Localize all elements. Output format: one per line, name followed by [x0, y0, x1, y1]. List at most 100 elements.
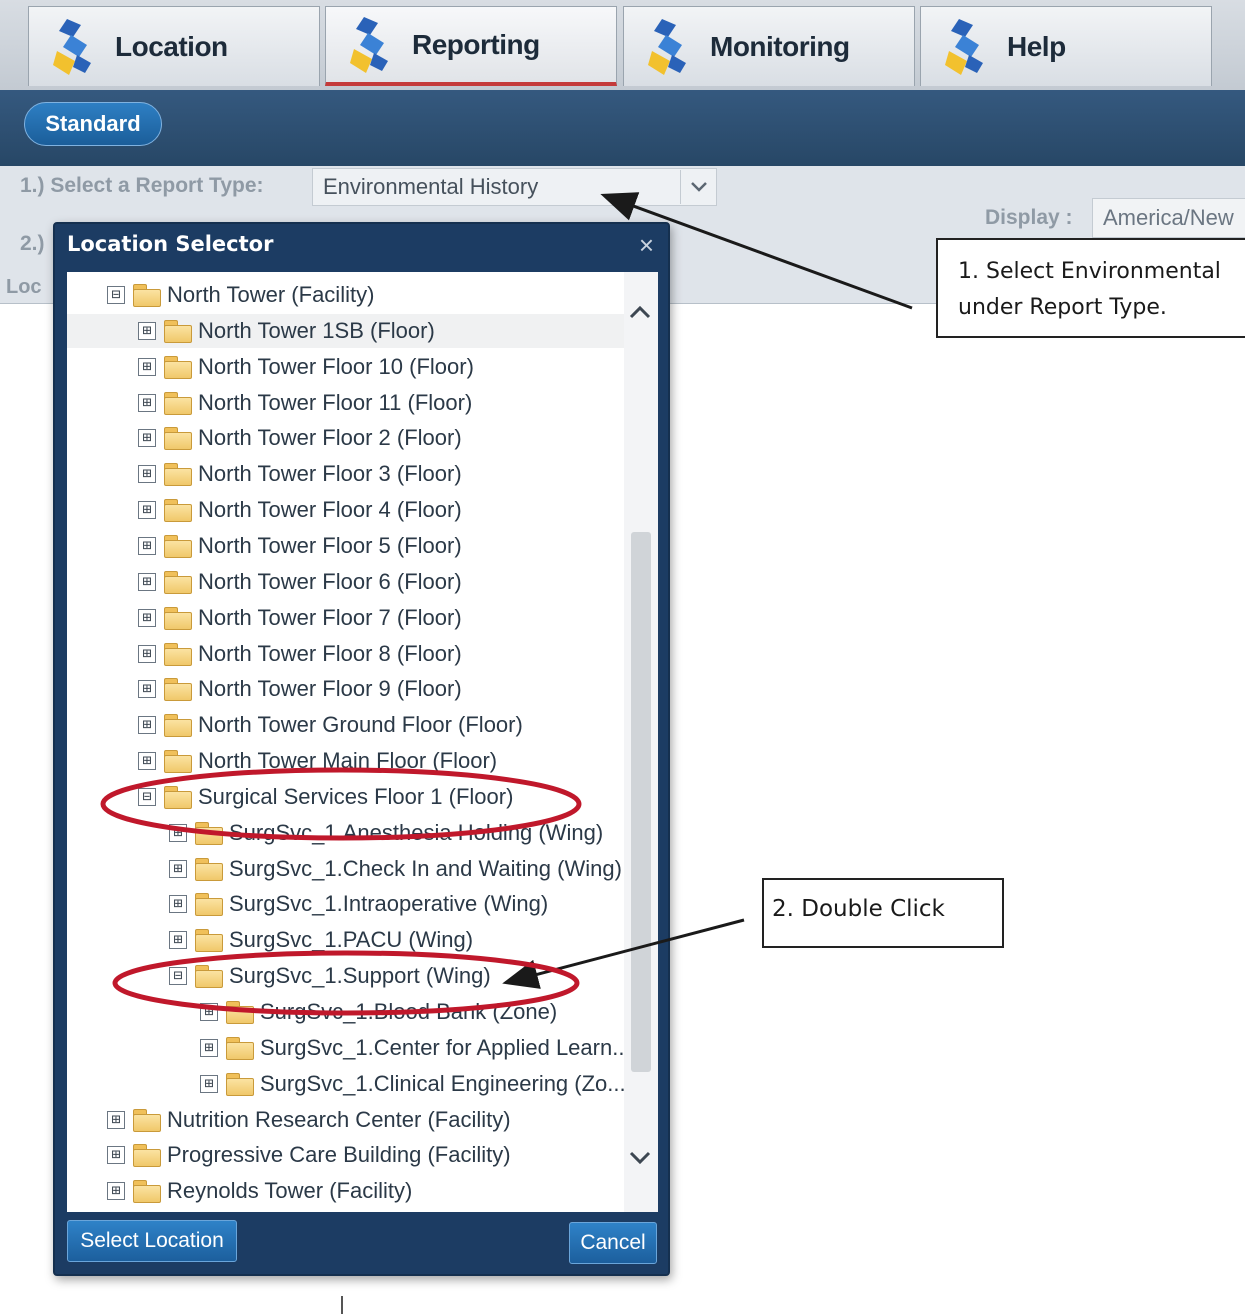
folder-icon — [164, 499, 192, 523]
folder-icon — [164, 534, 192, 558]
tree-node-label: North Tower (Facility) — [167, 282, 375, 307]
tree-node[interactable]: ⊟ Surgical Services Floor 1 (Floor) — [138, 780, 513, 814]
standard-button[interactable]: Standard — [24, 102, 162, 146]
expand-icon[interactable]: ⊞ — [138, 644, 156, 663]
expand-icon[interactable]: ⊞ — [138, 572, 156, 591]
expand-icon[interactable]: ⊞ — [138, 501, 156, 520]
tree-node[interactable]: ⊞ North Tower Floor 10 (Floor) — [138, 350, 474, 384]
expand-icon[interactable]: ⊞ — [107, 1146, 125, 1165]
tab-location[interactable]: Location — [28, 6, 320, 86]
step2-label: 2.) — [20, 232, 45, 255]
tree-node[interactable]: ⊞ North Tower Ground Floor (Floor) — [138, 708, 523, 742]
tree-node-label: Nutrition Research Center (Facility) — [167, 1106, 511, 1132]
callout-1-line-2: under Report Type. — [958, 295, 1167, 320]
tree-node[interactable]: ⊞ SurgSvc_1.Anesthesia Holding (Wing) — [169, 816, 603, 850]
folder-icon — [164, 319, 192, 343]
collapse-icon[interactable]: ⊟ — [107, 286, 125, 304]
expand-icon[interactable]: ⊞ — [138, 680, 156, 699]
tab-monitoring[interactable]: Monitoring — [623, 6, 915, 86]
folder-icon — [226, 1036, 254, 1060]
folder-icon — [195, 893, 223, 917]
tree-node[interactable]: ⊞ Nutrition Research Center (Facility) — [107, 1103, 511, 1137]
tree-node[interactable]: ⊞ Progressive Care Building (Facility) — [107, 1138, 511, 1172]
folder-icon — [195, 857, 223, 881]
app-logo-icon — [53, 18, 91, 75]
tree-node[interactable]: ⊞ North Tower Floor 7 (Floor) — [138, 601, 462, 635]
folder-icon — [195, 965, 223, 989]
select-location-button[interactable]: Select Location — [67, 1220, 237, 1262]
app-logo-icon — [648, 18, 686, 75]
dialog-title: Location Selector — [67, 232, 274, 256]
display-label: Display : — [985, 206, 1073, 229]
expand-icon[interactable]: ⊞ — [169, 895, 187, 914]
tree-node-label: North Tower 1SB (Floor) — [198, 317, 435, 343]
cancel-button[interactable]: Cancel — [569, 1222, 657, 1264]
tree-node[interactable]: ⊞ SurgSvc_1.Center for Applied Learn... — [200, 1031, 631, 1065]
tree-node[interactable]: ⊟ North Tower (Facility) — [107, 278, 374, 312]
expand-icon[interactable]: ⊞ — [138, 357, 156, 376]
expand-icon[interactable]: ⊞ — [138, 536, 156, 555]
tree-node[interactable]: ⊞ SurgSvc_1.Clinical Engineering (Zo... — [200, 1067, 626, 1101]
folder-icon — [195, 929, 223, 953]
expand-icon[interactable]: ⊞ — [169, 859, 187, 878]
tree-node[interactable]: ⊞ SurgSvc_1.PACU (Wing) — [169, 923, 473, 957]
tree-node[interactable]: ⊞ North Tower Floor 9 (Floor) — [138, 672, 462, 706]
instruction-callout-1: 1. Select Environmental under Report Typ… — [936, 238, 1245, 338]
tree-node[interactable]: ⊞ SurgSvc_1.Intraoperative (Wing) — [169, 887, 548, 921]
expand-icon[interactable]: ⊞ — [138, 393, 156, 412]
tree-node[interactable]: ⊞ Reynolds Tower (Facility) — [107, 1174, 412, 1208]
tree-node[interactable]: ⊞ North Tower Floor 5 (Floor) — [138, 529, 462, 563]
tab-help[interactable]: Help — [920, 6, 1212, 86]
collapse-icon[interactable]: ⊟ — [138, 787, 156, 806]
tree-node[interactable]: ⊞ North Tower Floor 6 (Floor) — [138, 565, 462, 599]
expand-icon[interactable]: ⊞ — [138, 465, 156, 484]
tab-monitoring-label: Monitoring — [710, 30, 850, 62]
tree-node-label: SurgSvc_1.Center for Applied Learn... — [260, 1034, 631, 1060]
tree-node[interactable]: ⊞ North Tower Floor 2 (Floor) — [138, 421, 462, 455]
sub-nav-bar: Standard — [0, 90, 1245, 166]
tree-node[interactable]: ⊞ North Tower Floor 4 (Floor) — [138, 493, 462, 527]
folder-icon — [164, 714, 192, 738]
expand-icon[interactable]: ⊞ — [107, 1110, 125, 1129]
folder-icon — [164, 391, 192, 415]
tree-scrollbar[interactable] — [624, 272, 658, 1212]
tree-node[interactable]: ⊞ North Tower Floor 3 (Floor) — [138, 457, 462, 491]
tree-node[interactable]: ⊞ SurgSvc_1.Check In and Waiting (Wing) — [169, 852, 622, 886]
main-tab-bar: Location Reporting Monitoring Help — [0, 0, 1245, 90]
chevron-down-icon[interactable] — [628, 1150, 652, 1166]
scrollbar-thumb[interactable] — [631, 532, 651, 1072]
report-type-value: Environmental History — [323, 174, 539, 199]
tree-node-label: North Tower Ground Floor (Floor) — [198, 712, 523, 738]
expand-icon[interactable]: ⊞ — [138, 716, 156, 735]
expand-icon[interactable]: ⊞ — [138, 752, 156, 771]
tree-node[interactable]: ⊞ North Tower Floor 11 (Floor) — [138, 386, 472, 420]
page-divider-tick — [341, 1296, 343, 1314]
expand-icon[interactable]: ⊞ — [169, 823, 187, 842]
tree-node[interactable]: ⊞ North Tower Floor 8 (Floor) — [138, 637, 462, 671]
tree-node-label: North Tower Floor 4 (Floor) — [198, 497, 462, 523]
tree-node[interactable]: ⊞ SurgSvc_1.Blood Bank (Zone) — [200, 995, 557, 1029]
expand-icon[interactable]: ⊞ — [200, 1074, 218, 1093]
tree-node-label: North Tower Floor 10 (Floor) — [198, 353, 474, 379]
timezone-field[interactable]: America/New — [1092, 198, 1245, 238]
folder-icon — [164, 642, 192, 666]
chevron-up-icon[interactable] — [628, 304, 652, 320]
tree-node[interactable]: ⊟ SurgSvc_1.Support (Wing) — [169, 959, 491, 993]
expand-icon[interactable]: ⊞ — [200, 1003, 218, 1021]
expand-icon[interactable]: ⊞ — [107, 1182, 125, 1201]
tree-node-label: North Tower Main Floor (Floor) — [198, 748, 498, 774]
report-type-select[interactable]: Environmental History — [312, 168, 717, 206]
chevron-down-icon[interactable] — [680, 170, 716, 204]
tree-node-label: North Tower Floor 7 (Floor) — [198, 604, 462, 630]
expand-icon[interactable]: ⊞ — [138, 429, 156, 448]
tab-reporting[interactable]: Reporting — [325, 6, 617, 86]
tree-node[interactable]: ⊞ North Tower 1SB (Floor) — [67, 313, 624, 348]
collapse-icon[interactable]: ⊟ — [169, 967, 187, 986]
expand-icon[interactable]: ⊞ — [138, 321, 156, 340]
location-label: Loc — [6, 276, 42, 298]
expand-icon[interactable]: ⊞ — [200, 1038, 218, 1057]
expand-icon[interactable]: ⊞ — [138, 608, 156, 627]
close-icon[interactable]: × — [639, 230, 654, 261]
tree-node[interactable]: ⊞ North Tower Main Floor (Floor) — [138, 744, 497, 778]
expand-icon[interactable]: ⊞ — [169, 931, 187, 950]
